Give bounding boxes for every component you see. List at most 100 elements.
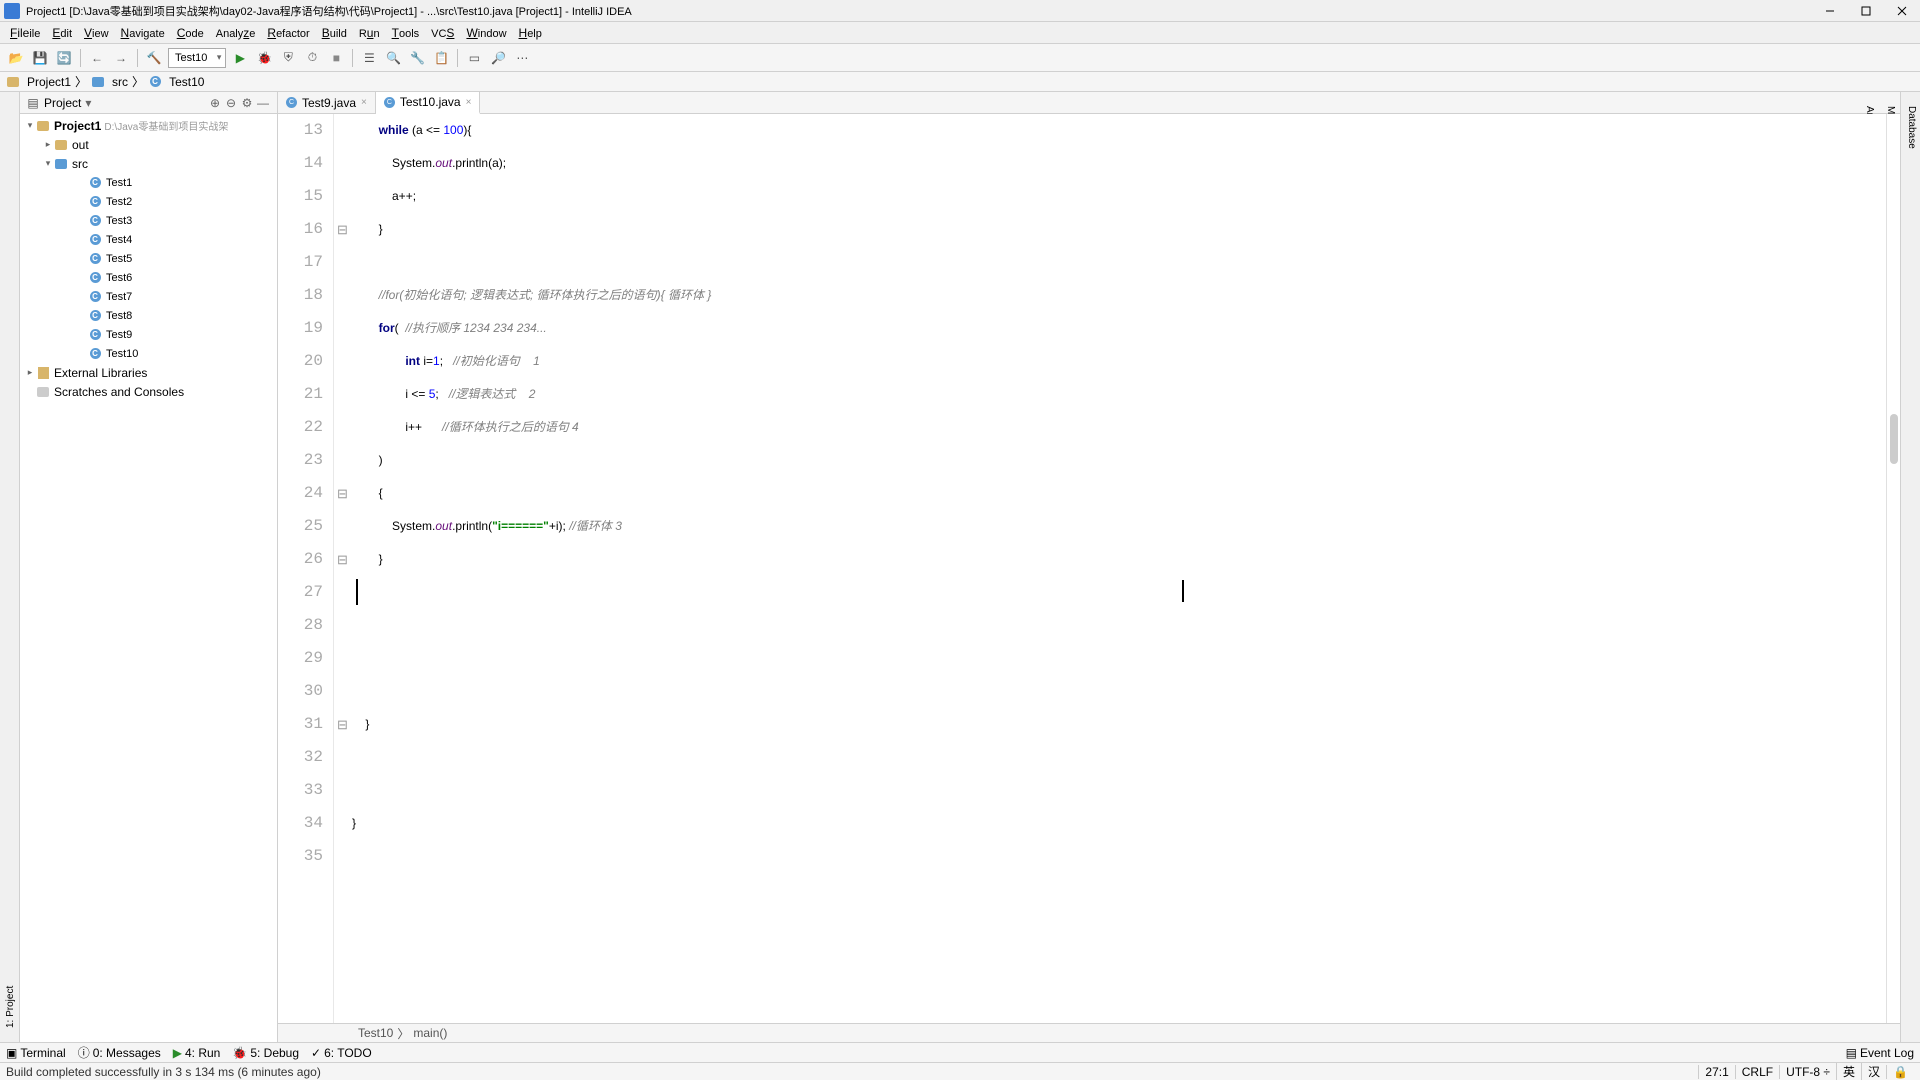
menu-code[interactable]: Code bbox=[171, 24, 210, 42]
forward-icon[interactable]: → bbox=[111, 48, 131, 68]
minimize-button[interactable] bbox=[1816, 2, 1844, 20]
code-line[interactable]: i <= 5; //逻辑表达式 2 bbox=[352, 378, 1886, 411]
code-line[interactable]: a++; bbox=[352, 180, 1886, 213]
find-icon[interactable]: 🔎 bbox=[488, 48, 508, 68]
menu-window[interactable]: Window bbox=[460, 24, 512, 42]
editor-scrollbar[interactable] bbox=[1886, 114, 1900, 1023]
tree-src[interactable]: ▾src bbox=[20, 154, 277, 173]
tab-terminal[interactable]: ▣Terminal bbox=[6, 1046, 66, 1060]
right-tab-database[interactable]: Database bbox=[1905, 100, 1918, 1034]
tab-run[interactable]: ▶4: Run bbox=[173, 1046, 221, 1060]
stop-icon[interactable]: ■ bbox=[326, 48, 346, 68]
code-line[interactable] bbox=[352, 642, 1886, 675]
tree-item-test3[interactable]: CTest3 bbox=[20, 211, 277, 230]
crumb-project[interactable]: Project1 bbox=[6, 75, 71, 89]
code-line[interactable]: } bbox=[352, 708, 1886, 741]
scroll-thumb[interactable] bbox=[1890, 414, 1898, 464]
collapse-icon[interactable]: ⊖ bbox=[223, 95, 239, 111]
tab-test10[interactable]: CTest10.java× bbox=[376, 92, 481, 114]
menu-help[interactable]: Help bbox=[513, 24, 548, 42]
code-line[interactable] bbox=[352, 840, 1886, 873]
code-line[interactable] bbox=[352, 675, 1886, 708]
sync-icon[interactable]: 🔄 bbox=[54, 48, 74, 68]
code-line[interactable]: ) bbox=[352, 444, 1886, 477]
tab-messages[interactable]: ⓘ0: Messages bbox=[78, 1044, 161, 1061]
status-position[interactable]: 27:1 bbox=[1698, 1065, 1734, 1079]
tree-item-test5[interactable]: CTest5 bbox=[20, 249, 277, 268]
menu-analyze[interactable]: Analyze bbox=[210, 24, 262, 42]
menu-refactor[interactable]: Refactor bbox=[261, 24, 315, 42]
gear-icon[interactable]: ⚙ bbox=[239, 95, 255, 111]
crumb-src[interactable]: src bbox=[91, 75, 128, 89]
search-icon[interactable]: 🔍 bbox=[383, 48, 403, 68]
code-editor[interactable]: 1314151617181920212223242526272829303132… bbox=[278, 114, 1900, 1023]
tree-item-test7[interactable]: CTest7 bbox=[20, 287, 277, 306]
close-tab-icon[interactable]: × bbox=[466, 97, 472, 108]
code-line[interactable]: for( //执行顺序 1234 234 234... bbox=[352, 312, 1886, 345]
open-icon[interactable]: 📂 bbox=[6, 48, 26, 68]
status-encoding[interactable]: UTF-8 ÷ bbox=[1779, 1065, 1836, 1079]
code-line[interactable]: int i=1; //初始化语句 1 bbox=[352, 345, 1886, 378]
code-line[interactable]: } bbox=[352, 807, 1886, 840]
menu-build[interactable]: Build bbox=[316, 24, 353, 42]
close-button[interactable] bbox=[1888, 2, 1916, 20]
close-tab-icon[interactable]: × bbox=[361, 97, 367, 108]
code-line[interactable]: } bbox=[352, 213, 1886, 246]
crumb-method[interactable]: main() bbox=[413, 1026, 447, 1040]
profile-icon[interactable]: ⏱ bbox=[302, 48, 322, 68]
autoscroll-icon[interactable]: ⊕ bbox=[207, 95, 223, 111]
tree-item-test8[interactable]: CTest8 bbox=[20, 306, 277, 325]
code-line[interactable]: } bbox=[352, 543, 1886, 576]
tree-item-test4[interactable]: CTest4 bbox=[20, 230, 277, 249]
more-icon[interactable]: ⋯ bbox=[512, 48, 532, 68]
status-line-ending[interactable]: CRLF bbox=[1735, 1065, 1779, 1079]
tree-scratches[interactable]: Scratches and Consoles bbox=[20, 382, 277, 401]
build-icon[interactable]: 🔨 bbox=[144, 48, 164, 68]
tab-test9[interactable]: CTest9.java× bbox=[278, 92, 376, 113]
code-line[interactable] bbox=[352, 741, 1886, 774]
back-icon[interactable]: ← bbox=[87, 48, 107, 68]
maximize-button[interactable] bbox=[1852, 2, 1880, 20]
code-line[interactable] bbox=[352, 576, 1886, 609]
fold-icon[interactable]: ⊟ bbox=[337, 213, 348, 246]
project-structure-icon[interactable]: 📋 bbox=[431, 48, 451, 68]
structure-icon[interactable]: ☰ bbox=[359, 48, 379, 68]
code-line[interactable]: System.out.println(a); bbox=[352, 147, 1886, 180]
code-line[interactable]: System.out.println("i======"+i); //循环体 3 bbox=[352, 510, 1886, 543]
project-tree[interactable]: ▾Project1 D:\Java零基础到项目实战架 ▸out ▾src CTe… bbox=[20, 114, 277, 1042]
tree-item-test1[interactable]: CTest1 bbox=[20, 173, 277, 192]
save-icon[interactable]: 💾 bbox=[30, 48, 50, 68]
tab-todo[interactable]: ✓6: TODO bbox=[311, 1046, 372, 1060]
menu-tools[interactable]: Tools bbox=[386, 24, 426, 42]
menu-vcs[interactable]: VCS bbox=[425, 24, 460, 42]
debug-icon[interactable]: 🐞 bbox=[254, 48, 274, 68]
coverage-icon[interactable]: ⛨ bbox=[278, 48, 298, 68]
tree-out[interactable]: ▸out bbox=[20, 135, 277, 154]
tree-item-test9[interactable]: CTest9 bbox=[20, 325, 277, 344]
menu-navigate[interactable]: Navigate bbox=[115, 24, 171, 42]
tree-item-test10[interactable]: CTest10 bbox=[20, 344, 277, 363]
hide-icon[interactable]: — bbox=[255, 95, 271, 111]
code-content[interactable]: while (a <= 100){ System.out.println(a);… bbox=[352, 114, 1886, 1023]
code-line[interactable]: //for(初始化语句; 逻辑表达式; 循环体执行之后的语句){ 循环体 } bbox=[352, 279, 1886, 312]
tree-item-test6[interactable]: CTest6 bbox=[20, 268, 277, 287]
status-lang[interactable]: 汉 bbox=[1861, 1063, 1886, 1080]
left-tab-project[interactable]: 1: Project bbox=[4, 100, 17, 1034]
menu-file[interactable]: Fileile bbox=[4, 24, 46, 42]
code-line[interactable]: i++ //循环体执行之后的语句 4 bbox=[352, 411, 1886, 444]
tab-debug[interactable]: 🐞5: Debug bbox=[232, 1046, 299, 1060]
run-config-select[interactable]: Test10 bbox=[168, 48, 226, 68]
fold-icon[interactable]: ⊟ bbox=[337, 543, 348, 576]
fold-icon[interactable]: ⊟ bbox=[337, 477, 348, 510]
fold-icon[interactable]: ⊟ bbox=[337, 708, 348, 741]
code-line[interactable]: { bbox=[352, 477, 1886, 510]
tree-item-test2[interactable]: CTest2 bbox=[20, 192, 277, 211]
code-line[interactable] bbox=[352, 246, 1886, 279]
tree-root[interactable]: ▾Project1 D:\Java零基础到项目实战架 bbox=[20, 116, 277, 135]
menu-edit[interactable]: Edit bbox=[46, 24, 78, 42]
menu-view[interactable]: View bbox=[78, 24, 115, 42]
code-line[interactable]: while (a <= 100){ bbox=[352, 114, 1886, 147]
menu-run[interactable]: Run bbox=[353, 24, 386, 42]
run-icon[interactable]: ▶ bbox=[230, 48, 250, 68]
code-line[interactable] bbox=[352, 774, 1886, 807]
